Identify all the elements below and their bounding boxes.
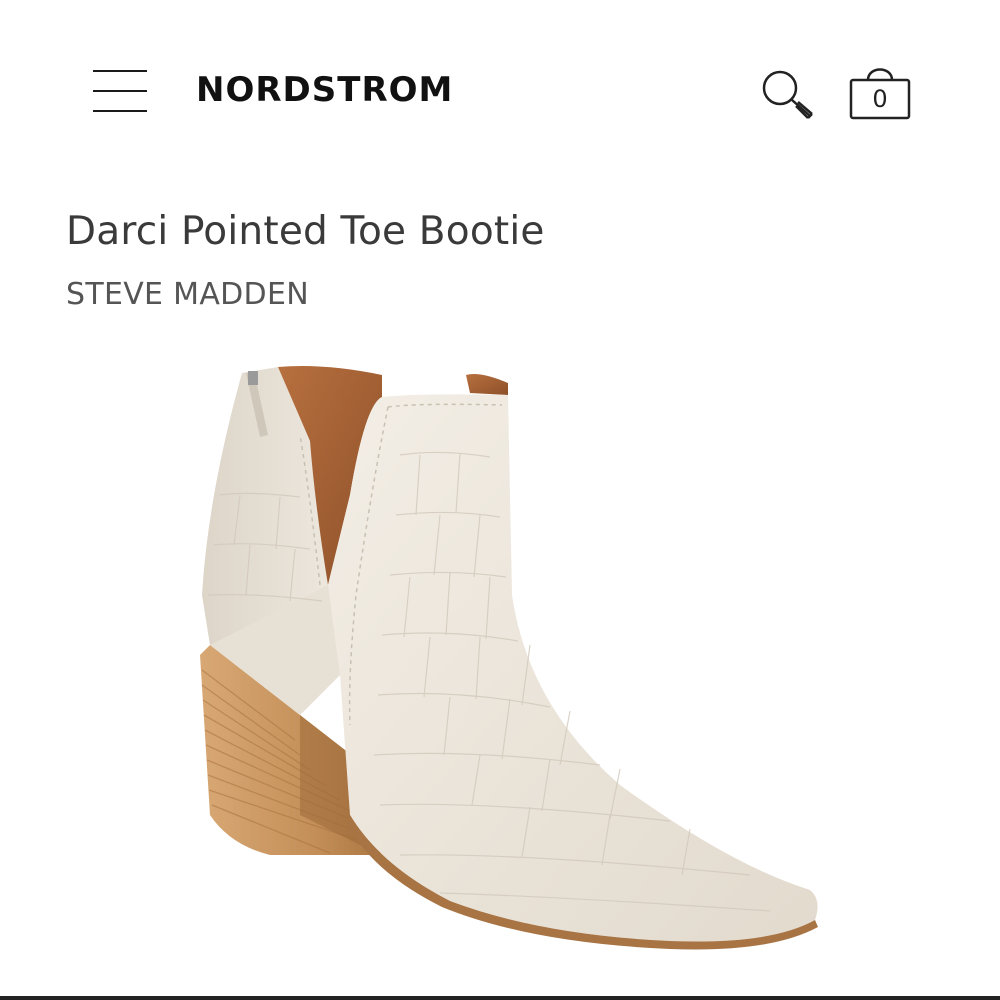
product-image[interactable]: [150, 345, 870, 985]
hamburger-menu-icon: [93, 70, 147, 72]
product-brand[interactable]: STEVE MADDEN: [66, 274, 309, 316]
shopping-bag-button[interactable]: 0: [846, 60, 914, 124]
hamburger-line: [93, 90, 147, 92]
boot-image: [200, 366, 818, 950]
product-title: Darci Pointed Toe Bootie: [66, 209, 545, 254]
hamburger-line: [93, 110, 147, 112]
menu-button[interactable]: [88, 66, 152, 116]
search-icon: [762, 70, 813, 119]
search-button[interactable]: [758, 66, 818, 126]
brand-logo[interactable]: NORDSTROM: [196, 68, 453, 112]
bottom-divider: [0, 996, 1000, 1000]
product-page: NORDSTROM 0 Darci Pointed Toe Bootie STE…: [0, 0, 1000, 1000]
bag-item-count: 0: [872, 85, 888, 113]
site-header: NORDSTROM 0: [0, 0, 1000, 180]
